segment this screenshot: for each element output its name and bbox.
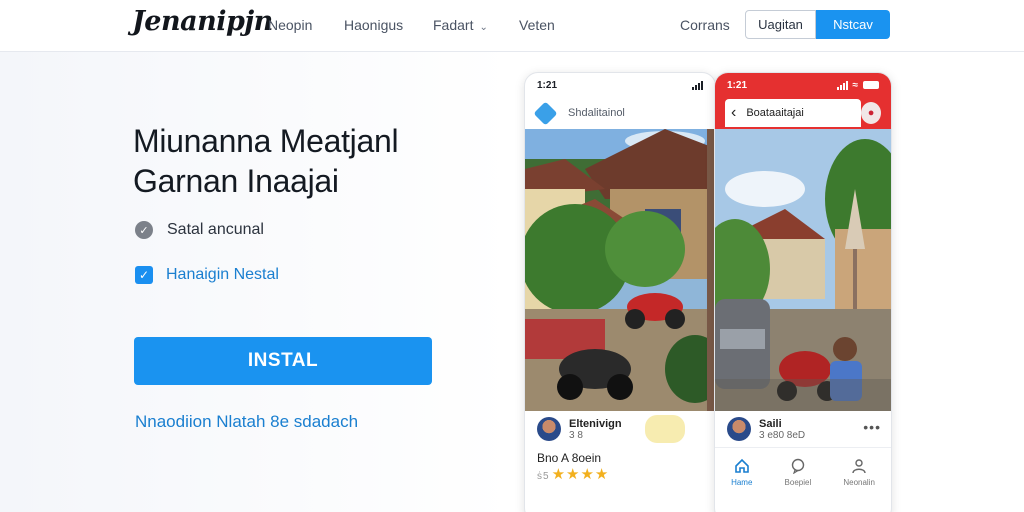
detail-photo[interactable] — [715, 129, 891, 411]
detail-title-bar: ‹ Boataaitajai — [725, 99, 862, 127]
signal-icon — [836, 80, 848, 90]
app-header: Shdalitainol — [525, 97, 715, 129]
feature-item: ✓ Satal ancunal — [135, 221, 264, 239]
feature-label: Hanaigin Nestal — [166, 266, 279, 283]
battery-icon — [863, 81, 879, 89]
street-scene-image — [715, 129, 891, 411]
bottom-tab-bar: Hame Boepiel Neonalin — [715, 447, 891, 487]
clock: 1:21 — [537, 79, 558, 91]
village-scene-image — [525, 129, 715, 411]
post-photo[interactable] — [525, 129, 715, 411]
back-arrow-icon[interactable]: ‹ — [731, 104, 736, 122]
author-name: Eltenivign — [569, 417, 622, 430]
wifi-icon: ≈ — [852, 79, 859, 91]
app-header-title: Shdalitainol — [568, 107, 625, 119]
app-logo-icon — [533, 100, 558, 126]
avatar[interactable] — [537, 417, 561, 441]
phone-mockup-feed: 1:21 Shdalitainol Eltenivign 3 8 Bno A 8… — [524, 72, 716, 512]
highlight-badge — [645, 415, 685, 443]
avatar[interactable] — [727, 417, 751, 441]
signal-icon — [692, 80, 703, 90]
author-sub: 3 e80 8eD — [759, 429, 806, 441]
home-icon — [734, 458, 749, 473]
check-circle-icon: ✓ — [135, 221, 153, 239]
nav-link-4[interactable]: Veten — [519, 17, 555, 33]
checkbox-icon[interactable]: ✓ — [135, 266, 153, 284]
status-bar: 1:21 — [525, 73, 715, 97]
install-button[interactable]: INSTAL — [134, 337, 432, 385]
post-meta: Eltenivign 3 8 — [569, 418, 622, 441]
nav-link-3: Fadart — [433, 17, 474, 33]
star-rating: ṡ5 ★★★★ — [537, 466, 610, 483]
brand-logo[interactable]: Jenanipjn — [132, 6, 273, 37]
post-meta: Saili 3 e80 8eD — [759, 418, 805, 441]
post-author-row[interactable]: Eltenivign 3 8 — [525, 411, 715, 447]
status-bar: 1:21 ≈ — [715, 73, 891, 97]
tab-label: Neonalin — [843, 478, 875, 487]
rating-block: Bno A 8oein ṡ5 ★★★★ — [525, 447, 715, 487]
rating-title: Bno A 8oein — [537, 451, 602, 465]
nav-link-5[interactable]: Corrans — [680, 17, 730, 33]
secondary-link[interactable]: Nnaodiion Nlatah 8e sdadach — [135, 412, 358, 432]
feature-label: Satal ancunal — [167, 221, 264, 238]
nav-dropdown[interactable]: Fadart ⌄ — [433, 17, 488, 33]
user-icon — [852, 459, 866, 474]
top-header: Jenanipjn Neopin Haonigus Fadart ⌄ Veten … — [0, 0, 1024, 52]
author-name: Saili — [759, 417, 782, 430]
nav-link-2[interactable]: Haonigus — [344, 17, 403, 33]
detail-header: ‹ Boataaitajai ● — [715, 97, 891, 129]
phone-mockup-detail: 1:21 ≈ ‹ Boataaitajai ● Saili 3 e80 8eD … — [714, 72, 892, 512]
tab-home[interactable]: Hame — [731, 458, 752, 487]
login-button[interactable]: Uagitan — [745, 10, 816, 39]
clock: 1:21 — [727, 79, 748, 91]
tab-label: Boepiel — [784, 478, 812, 487]
profile-icon[interactable]: ● — [861, 102, 881, 124]
feature-item[interactable]: ✓ Hanaigin Nestal — [135, 266, 279, 284]
author-sub: 3 8 — [569, 429, 583, 441]
hero-title: Miunanna Meatjanl Garnan Inaajai — [133, 123, 399, 199]
tab-label: Hame — [731, 478, 753, 487]
detail-author-row[interactable]: Saili 3 e80 8eD ••• — [715, 411, 891, 447]
more-options-icon[interactable]: ••• — [863, 419, 881, 435]
detail-title: Boataaitajai — [746, 107, 804, 119]
tab-messages[interactable]: Boepiel — [784, 458, 812, 487]
tab-profile[interactable]: Neonalin — [843, 458, 875, 487]
signup-button[interactable]: Nstcav — [816, 10, 890, 39]
nav-link-1[interactable]: Neopin — [268, 17, 312, 33]
chevron-down-icon: ⌄ — [479, 22, 488, 33]
chat-icon — [791, 458, 805, 474]
